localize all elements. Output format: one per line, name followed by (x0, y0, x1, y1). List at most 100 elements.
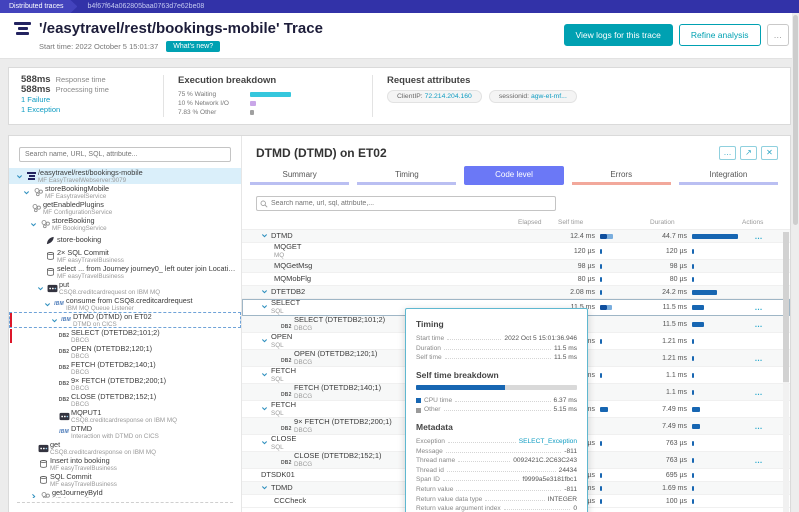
execution-breakdown-label: 75 % Waiting (178, 90, 250, 99)
chevron-down-icon[interactable] (50, 317, 59, 324)
tree-item-text: FETCH (DTETDB2;140;1)DBCG (71, 361, 156, 376)
chevron-down-icon[interactable] (22, 189, 31, 196)
row-name: FETCH (DTETDB2;140;1) (294, 384, 381, 393)
chevron-right-icon[interactable] (29, 493, 38, 499)
more-icon[interactable]: … (719, 146, 736, 160)
tree-item-2-sql-commit[interactable]: 2× SQL CommitMF easyTravelBusiness (9, 248, 241, 264)
db2-icon: DB2 (281, 315, 294, 333)
request-attribute-pill[interactable]: sessionid: agw-et-mf... (489, 90, 577, 103)
view-logs-button[interactable]: View logs for this trace (564, 24, 673, 46)
service-icon (38, 491, 52, 498)
tree-item-text: CLOSE (DTETDB2;152;1)DBCG (71, 393, 156, 408)
whats-new-button[interactable]: What's new? (166, 41, 220, 52)
bar (692, 339, 694, 344)
tree-item-get[interactable]: getCSQ8.creditcardresponse on IBM MQ (9, 440, 241, 456)
row-actions-button[interactable]: … (742, 388, 776, 397)
tree-item-close-dtetdb2-152-1-[interactable]: DB2CLOSE (DTETDB2;152;1)DBCG (9, 392, 241, 408)
row-actions-button[interactable]: … (742, 354, 776, 363)
breadcrumb-distributed-traces[interactable]: Distributed traces (0, 0, 77, 13)
tree-item-9-fetch-dtetdb2-200-1-[interactable]: DB29× FETCH (DTETDB2;200;1)DBCG (9, 376, 241, 392)
chevron-down-icon[interactable] (261, 337, 271, 346)
tree-item--easytravel-rest-bookings-mobi[interactable]: /easytravel/rest/bookings-mobileMF EasyT… (9, 168, 241, 184)
chevron-down-icon[interactable] (261, 232, 271, 241)
expand-icon[interactable]: ↗ (740, 146, 757, 160)
request-attribute-pill[interactable]: ClientIP: 72.214.204.160 (387, 90, 482, 103)
tree-item-insert-into-booking[interactable]: Insert into bookingMF easyTravelBusiness (9, 456, 241, 472)
legend-swatch (416, 398, 421, 403)
span-row-mqget[interactable]: MQGETMQ120 µs120 µs (242, 243, 790, 260)
self-time-bar (600, 407, 650, 412)
duration-bar (692, 499, 742, 504)
chevron-down-icon[interactable] (36, 285, 45, 292)
header-more-button[interactable]: … (767, 24, 790, 46)
tree-item-dtmd[interactable]: IBMDTMDInteraction with DTMD on CICS (9, 424, 241, 440)
tree-item-getenabledplugins[interactable]: getEnabledPluginsMF ConfigurationService (9, 200, 241, 216)
code-level-search-input[interactable] (256, 196, 556, 211)
chevron-down-icon[interactable] (15, 173, 24, 180)
panel-scrollbar[interactable] (783, 232, 789, 512)
tree-item-text: putCSQ8.creditcardrequest on IBM MQ (59, 281, 160, 296)
row-actions-button[interactable]: … (742, 456, 776, 465)
db-icon (43, 251, 57, 261)
duration-bar (692, 473, 742, 478)
tree-item-open-dtetdb2-120-1-[interactable]: DB2OPEN (DTETDB2;120;1)DBCG (9, 344, 241, 360)
chevron-down-icon[interactable] (261, 303, 271, 312)
window-scrollbar[interactable] (792, 13, 799, 512)
dotted-leader (448, 442, 516, 443)
row-actions-button[interactable]: … (742, 303, 776, 312)
tree-item-sql-commit[interactable]: SQL CommitMF easyTravelBusiness (9, 472, 241, 488)
legend-swatch (416, 408, 421, 413)
chevron-down-icon[interactable] (261, 371, 271, 380)
tab-code-level[interactable]: Code level (464, 166, 563, 185)
tree-item-getjourneybyid[interactable]: getJourneyByIdMF JourneyService (9, 488, 241, 498)
row-name-text: FETCH (DTETDB2;140;1)DBCG (294, 384, 381, 400)
row-actions-button[interactable]: … (742, 320, 776, 329)
popover-value: -811 (564, 447, 577, 457)
tab-integration[interactable]: Integration (679, 166, 778, 185)
tree-item-dtmd-dtmd-on-et02[interactable]: IBMDTMD (DTMD) on ET02DTMD on CICS (9, 312, 241, 328)
popover-label: Other (424, 405, 441, 415)
self-time-bar (600, 305, 650, 310)
tab-summary[interactable]: Summary (250, 166, 349, 185)
custom-icon (43, 236, 57, 245)
tab-errors[interactable]: Errors (572, 166, 671, 185)
chevron-down-icon[interactable] (261, 439, 271, 448)
close-icon[interactable]: ✕ (761, 146, 778, 160)
tree-item-storebookingmobile[interactable]: storeBookingMobileMF EasytravelService (9, 184, 241, 200)
execution-breakdown-label: 10 % Network I/O (178, 99, 250, 108)
chevron-down-icon[interactable] (43, 301, 52, 308)
chevron-down-icon[interactable] (261, 288, 271, 297)
chevron-down-icon[interactable] (261, 484, 271, 493)
tree-item-subtitle: Interaction with DTMD on CICS (71, 433, 159, 440)
tree-item-select-from-journey-journey0-l[interactable]: select ... from Journey journey0_ left o… (9, 264, 241, 280)
metric-value: 588ms (21, 85, 51, 95)
span-row-dtetdb2[interactable]: DTETDB22.08 ms24.2 ms (242, 286, 790, 299)
exception-link[interactable]: SELECT_Exception (519, 437, 577, 447)
exception-link[interactable]: 1 Exception (21, 105, 149, 115)
span-row-mqgetmsg[interactable]: MQGetMsg98 µs98 µs (242, 260, 790, 273)
refine-analysis-button[interactable]: Refine analysis (679, 24, 761, 46)
tab-timing[interactable]: Timing (357, 166, 456, 185)
db2-icon: DB2 (57, 381, 71, 387)
span-row-mqmobflg[interactable]: MQMobFlg80 µs80 µs (242, 273, 790, 286)
chevron-down-icon[interactable] (29, 221, 38, 228)
tree-item-mqput1[interactable]: MQPUT1CSQ8.creditcardresponse on IBM MQ (9, 408, 241, 424)
tree-item-subtitle: MF easyTravelBusiness (57, 273, 237, 280)
row-actions-button[interactable]: … (742, 232, 776, 241)
span-detail-title: DTMD (DTMD) on ET02 (256, 146, 387, 160)
tree-item-fetch-dtetdb2-140-1-[interactable]: DB2FETCH (DTETDB2;140;1)DBCG (9, 360, 241, 376)
span-row-dtmd[interactable]: DTMD12.4 ms44.7 ms… (242, 230, 790, 243)
tree-item-select-dtetdb2-101-2-[interactable]: DB2SELECT (DTETDB2;101;2)DBCG (9, 328, 241, 344)
row-name-text: MQGETMQ (274, 243, 302, 259)
tree-item-consume-from-csq8-creditcardre[interactable]: IBMconsume from CSQ8.creditcardrequestIB… (9, 296, 241, 312)
row-name-cell: MQMobFlg (256, 275, 518, 284)
duration-value: 1.1 ms (650, 389, 692, 396)
tree-search-input[interactable] (19, 147, 231, 162)
self-time-bar (600, 277, 650, 282)
tree-item-storebooking[interactable]: storeBookingMF BookingService (9, 216, 241, 232)
row-actions-button[interactable]: … (742, 422, 776, 431)
tree-item-store-booking[interactable]: store-booking (9, 232, 241, 248)
tree-item-put[interactable]: putCSQ8.creditcardrequest on IBM MQ (9, 280, 241, 296)
chevron-down-icon[interactable] (261, 405, 271, 414)
failure-link[interactable]: 1 Failure (21, 95, 149, 105)
